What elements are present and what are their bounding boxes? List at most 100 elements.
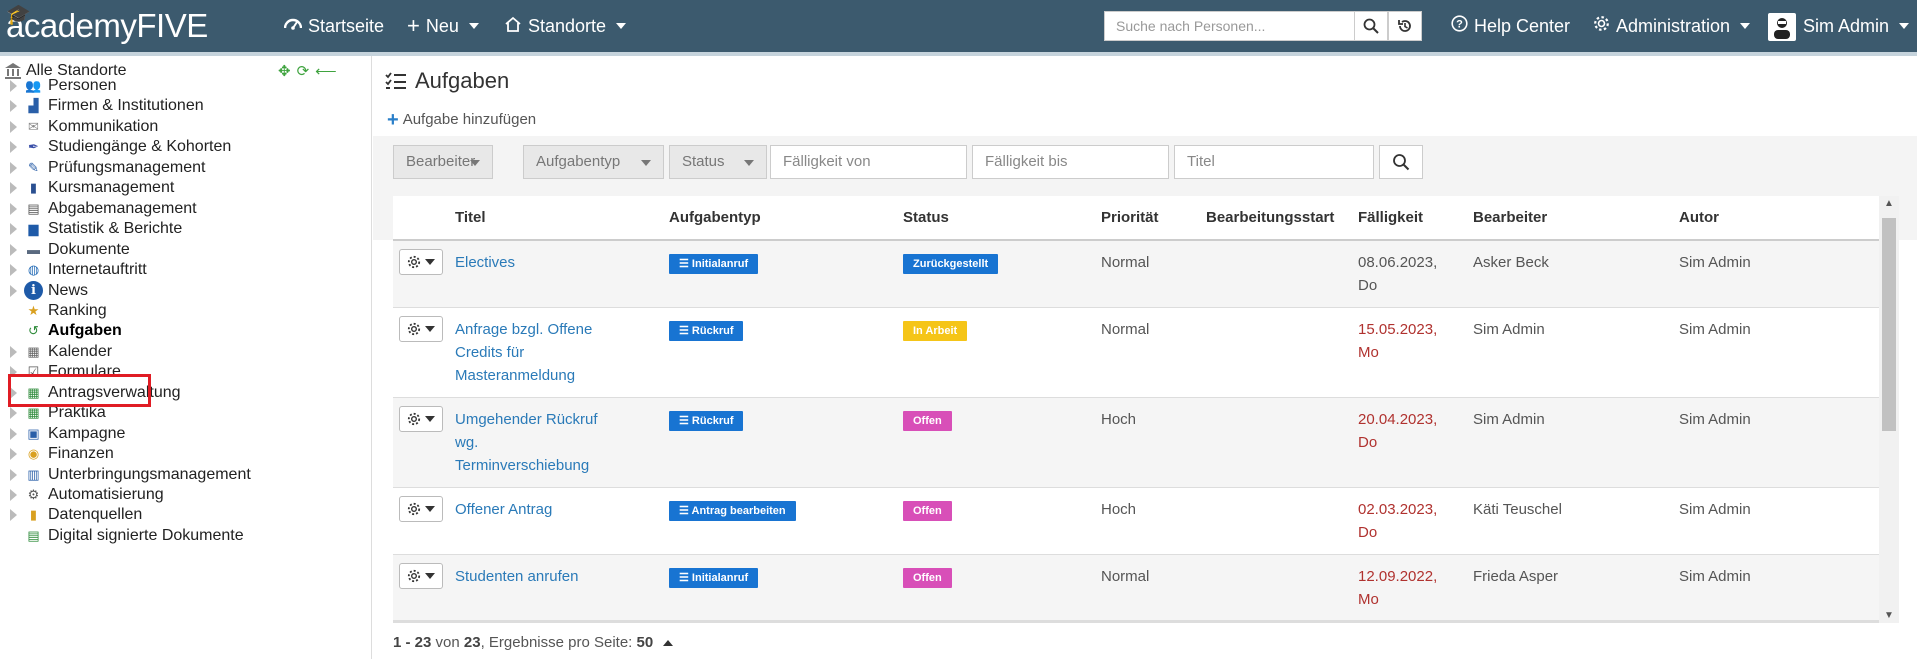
sidebar-item[interactable]: ▟ Firmen & Institutionen: [10, 95, 204, 117]
history-icon: ↺: [28, 323, 39, 339]
sidebar-item[interactable]: ↺ Aufgaben: [10, 320, 122, 342]
refresh-icon[interactable]: ⟳: [297, 62, 310, 80]
expand-arrow-icon[interactable]: [10, 161, 17, 174]
column-header[interactable]: Autor: [1673, 196, 1895, 241]
sidebar-item[interactable]: ▆ Statistik & Berichte: [10, 218, 182, 240]
sidebar-item-label: Kampagne: [48, 424, 126, 442]
column-header[interactable]: Bearbeitungsstart: [1200, 196, 1352, 241]
cell-status: Offen: [897, 554, 1095, 620]
user-avatar[interactable]: [1768, 13, 1796, 41]
table-scrollbar[interactable]: ▲ ▼: [1879, 196, 1899, 623]
filter-status-select[interactable]: Status: [669, 145, 767, 179]
scroll-down-icon[interactable]: ▼: [1884, 610, 1894, 621]
sidebar-item[interactable]: ▬ Dokumente: [10, 239, 130, 261]
column-header[interactable]: Bearbeiter: [1467, 196, 1673, 241]
expand-arrow-icon[interactable]: [10, 182, 17, 195]
filter-due-to-input[interactable]: Fälligkeit bis: [972, 145, 1169, 179]
row-actions-button[interactable]: [399, 316, 443, 342]
task-title-link[interactable]: Umgehender Rückruf wg. Terminverschiebun…: [455, 408, 605, 477]
cell-priority: Normal: [1095, 554, 1200, 620]
pagination-per-page-value[interactable]: 50: [637, 634, 654, 651]
search-history-button[interactable]: [1388, 11, 1422, 41]
factory-icon: ▟: [28, 98, 39, 114]
expand-arrow-icon[interactable]: [10, 489, 17, 501]
filter-due-from-input[interactable]: Fälligkeit von: [770, 145, 967, 179]
cell-start: [1200, 622, 1352, 624]
column-header[interactable]: Titel: [449, 196, 663, 241]
row-actions-button[interactable]: [399, 406, 443, 432]
row-actions-button[interactable]: [399, 249, 443, 275]
sidebar-item[interactable]: ▦ Kalender: [10, 341, 112, 363]
column-header[interactable]: Fälligkeit: [1352, 196, 1467, 241]
filter-search-button[interactable]: [1379, 145, 1423, 179]
expand-arrow-icon[interactable]: [10, 427, 17, 440]
brand-logo[interactable]: 🎓 academyFIVE: [6, 4, 208, 46]
nav-locations-menu[interactable]: Standorte: [504, 0, 627, 52]
expand-arrow-icon[interactable]: [10, 243, 17, 256]
sidebar-item[interactable]: i News: [10, 280, 88, 302]
sidebar-item-label: Datenquellen: [48, 506, 143, 524]
sidebar-item[interactable]: ★ Ranking: [10, 300, 107, 322]
sidebar-item[interactable]: ▤ Abgabemanagement: [10, 198, 197, 220]
task-title-link[interactable]: Electives: [455, 251, 515, 274]
task-title-link[interactable]: Anfrage bzgl. Offene Credits für Mastera…: [455, 318, 605, 387]
task-title-link[interactable]: Studenten anrufen: [455, 565, 578, 588]
nav-user-menu[interactable]: Sim Admin: [1803, 0, 1910, 52]
row-actions-button[interactable]: [399, 563, 443, 589]
sidebar-item[interactable]: 👥 Personen: [10, 75, 117, 97]
cell-title: Electives: [449, 240, 663, 308]
scroll-up-icon[interactable]: ▲: [1884, 198, 1894, 209]
task-title-link[interactable]: Offener Antrag: [455, 498, 552, 521]
cell-due: 15.05.2023, Mo: [1352, 307, 1467, 398]
sidebar-item[interactable]: ▥ Unterbringungsmanagement: [10, 464, 251, 486]
sidebar-item[interactable]: ◍ Internetauftritt: [10, 259, 147, 281]
person-search-input[interactable]: Suche nach Personen...: [1104, 11, 1355, 41]
filter-type-select[interactable]: Aufgabentyp: [523, 145, 664, 179]
expand-arrow-icon[interactable]: [10, 407, 17, 420]
barchart-icon: ▆: [28, 221, 39, 237]
expand-arrow-icon[interactable]: [10, 223, 17, 236]
filter-assignee-select[interactable]: Bearbeiter: [393, 145, 493, 179]
sidebar-item[interactable]: ✉ Kommunikation: [10, 116, 158, 138]
row-actions-button[interactable]: [399, 496, 443, 522]
add-task-link[interactable]: + Aufgabe hinzufügen: [387, 110, 536, 130]
chevron-up-icon[interactable]: [663, 640, 674, 647]
sidebar-item[interactable]: ▣ Kampagne: [10, 423, 125, 445]
expand-all-icon[interactable]: ✥: [278, 62, 291, 80]
nav-administration-menu[interactable]: Administration: [1593, 0, 1751, 52]
expand-arrow-icon[interactable]: [10, 120, 17, 133]
expand-arrow-icon[interactable]: [10, 468, 17, 481]
expand-arrow-icon[interactable]: [10, 509, 17, 522]
expand-arrow-icon[interactable]: [10, 80, 17, 92]
cell-due: 12.09.2022, Mo: [1352, 554, 1467, 620]
main-content: Aufgaben + Aufgabe hinzufügen Bearbeiter…: [373, 56, 1917, 659]
filter-title-input[interactable]: Titel: [1174, 145, 1374, 179]
nav-new-menu[interactable]: + Neu: [407, 0, 479, 52]
nav-help-center[interactable]: ? Help Center: [1451, 0, 1570, 52]
sidebar-item[interactable]: ✎ Prüfungsmanagement: [10, 157, 205, 179]
cell-due: 08.06.2023, Do: [1352, 240, 1467, 308]
sidebar-item[interactable]: ◉ Finanzen: [10, 443, 114, 465]
sidebar-item[interactable]: ▤ Digital signierte Dokumente: [10, 525, 243, 547]
scrollbar-thumb[interactable]: [1882, 218, 1896, 431]
column-header[interactable]: Aufgabentyp: [663, 196, 897, 241]
sidebar-item[interactable]: ▮ Kursmanagement: [10, 177, 174, 199]
expand-arrow-icon[interactable]: [10, 345, 17, 358]
sidebar-item[interactable]: ✒ Studiengänge & Kohorten: [10, 136, 231, 158]
column-header[interactable]: Status: [897, 196, 1095, 241]
status-badge: Offen: [903, 411, 952, 431]
expand-arrow-icon[interactable]: [10, 448, 17, 461]
sidebar-item[interactable]: ⚙ Automatisierung: [10, 484, 164, 506]
sidebar-item[interactable]: ▮ Datenquellen: [10, 504, 142, 526]
collapse-sidebar-icon[interactable]: ⟵: [315, 62, 337, 80]
table-row: Studenten anrufen ☰ Initialanruf Offen Norm…: [393, 554, 1895, 620]
search-button[interactable]: [1354, 11, 1388, 41]
expand-arrow-icon[interactable]: [10, 202, 17, 215]
expand-arrow-icon[interactable]: [10, 100, 17, 113]
nav-home[interactable]: Startseite: [283, 0, 384, 52]
expand-arrow-icon[interactable]: [10, 141, 17, 154]
expand-arrow-icon[interactable]: [10, 264, 17, 277]
column-header[interactable]: Priorität: [1095, 196, 1200, 241]
expand-arrow-icon[interactable]: [10, 284, 17, 297]
trophy-icon: ★: [27, 302, 40, 318]
